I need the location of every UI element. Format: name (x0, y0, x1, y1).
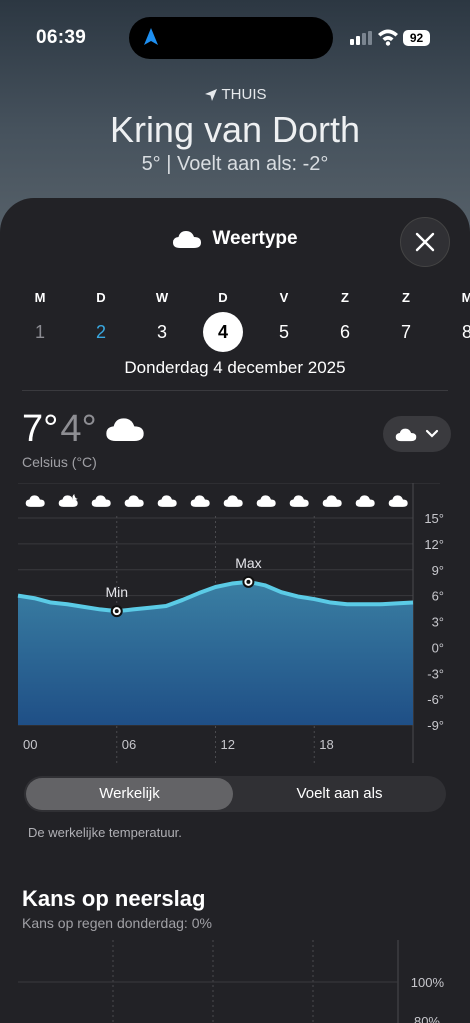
current-temp-summary: 5° | Voelt aan als: -2° (141, 153, 329, 175)
location-label-row: THUIS (0, 86, 470, 103)
temperature-mode-toggle: Werkelijk Voelt aan als (24, 776, 446, 812)
navigation-arrow-icon (144, 28, 158, 45)
y-tick-label: 80% (414, 1014, 440, 1023)
y-tick-label: 6° (432, 589, 444, 604)
actual-temperature-tab[interactable]: Werkelijk (26, 778, 233, 810)
day-number: 6 (339, 322, 350, 342)
day-number: 8 (461, 322, 470, 342)
day-letter: D (96, 290, 106, 305)
day-letter: W (155, 290, 169, 305)
day-letter: Z (402, 290, 410, 305)
day-7[interactable]: Z7 (384, 290, 428, 344)
y-tick-label: 9° (432, 563, 444, 578)
day-number: 5 (278, 322, 289, 342)
cloud-icon (223, 495, 243, 507)
y-tick-label: -3° (427, 666, 444, 681)
chevron-down-icon (425, 429, 439, 438)
signal-icon (350, 31, 372, 45)
wifi-icon (378, 29, 398, 46)
precipitation-chart[interactable]: 100% 80% (0, 940, 470, 1023)
day-letter: M (34, 290, 46, 305)
cloud-icon (25, 495, 45, 507)
mode-description: De werkelijke temperatuur. (28, 825, 182, 840)
day-letter: V (279, 290, 289, 305)
x-tick-label: 18 (319, 737, 333, 752)
low-temperature: 4° (60, 408, 97, 450)
precipitation-title: Kans op neerslag (22, 886, 206, 911)
cloud-icon (124, 495, 144, 507)
day-temperature-range: 7° 4° (22, 408, 145, 451)
day-letter: M (461, 290, 470, 305)
weather-detail-sheet: Weertype M1D2W3D4V5Z6Z7M8 Donderdag 4 de… (0, 198, 470, 1023)
y-tick-label: -9° (427, 718, 444, 733)
extreme-marker-outer (110, 605, 123, 618)
city-name: Kring van Dorth (109, 109, 361, 150)
day-number: 3 (156, 322, 167, 342)
day-3[interactable]: W3 (140, 290, 184, 344)
temperature-chart[interactable]: 15° 12° 9° 6° 3° 0° -3° -6° -9° Min Max 00 06 12 18 (0, 483, 470, 763)
divider (22, 390, 448, 391)
location-header: THUIS Kring van Dorth 5° | Voelt aan als… (0, 86, 470, 176)
temperature-unit: Celsius (°C) (22, 454, 97, 470)
y-tick-label: 100% (411, 975, 445, 990)
day-6[interactable]: Z6 (323, 290, 367, 344)
extreme-marker-outer (242, 575, 255, 588)
dynamic-island (129, 17, 333, 59)
cloud-icon (91, 495, 111, 507)
day-letter: D (218, 290, 228, 305)
weather-type-menu-button[interactable] (383, 416, 451, 452)
y-tick-label: 3° (432, 615, 444, 630)
cloud-icon (256, 495, 276, 507)
day-number: 7 (400, 322, 411, 342)
precipitation-subtitle: Kans op regen donderdag: 0% (22, 915, 212, 931)
cloud-icon (106, 418, 144, 441)
selected-date: Donderdag 4 december 2025 (124, 358, 346, 377)
day-5[interactable]: V5 (262, 290, 306, 344)
status-bar: 06:39 92 (0, 0, 470, 76)
cloud-icon (173, 231, 202, 248)
extreme-label: Min (105, 584, 128, 600)
cloud-icon (355, 495, 375, 507)
day-8[interactable]: M8 (445, 290, 470, 344)
y-tick-label: 15° (424, 511, 444, 526)
x-tick-label: 00 (23, 737, 37, 752)
cloud-icon (322, 495, 342, 507)
cloud-icon (289, 495, 309, 507)
cloud-icon (388, 495, 408, 507)
close-button[interactable] (400, 217, 450, 267)
high-temperature: 7° (22, 408, 59, 450)
cloud-icon (157, 495, 177, 507)
y-tick-label: 12° (424, 537, 444, 552)
cloud-icon (395, 428, 417, 441)
x-tick-label: 06 (122, 737, 136, 752)
battery-indicator: 92 (403, 30, 430, 46)
cloud-icon (190, 495, 210, 507)
day-4[interactable]: D4 (201, 290, 245, 352)
location-label: THUIS (221, 86, 267, 103)
day-letter: Z (341, 290, 349, 305)
day-2[interactable]: D2 (79, 290, 123, 344)
day-1[interactable]: M1 (18, 290, 62, 344)
feels-like-tab[interactable]: Voelt aan als (235, 778, 444, 810)
y-tick-label: -6° (427, 692, 444, 707)
cloud-moon-icon (58, 494, 78, 507)
status-time: 06:39 (36, 27, 87, 48)
day-number: 4 (203, 312, 243, 352)
day-number: 1 (34, 322, 45, 342)
extreme-label: Max (235, 555, 261, 571)
x-tick-label: 12 (221, 737, 235, 752)
day-number: 2 (95, 322, 106, 342)
y-tick-label: 0° (432, 640, 444, 655)
day-picker: M1D2W3D4V5Z6Z7M8 (0, 290, 470, 360)
sheet-title-label: Weertype (212, 228, 298, 249)
location-arrow-icon (204, 88, 217, 101)
close-icon (415, 232, 435, 252)
